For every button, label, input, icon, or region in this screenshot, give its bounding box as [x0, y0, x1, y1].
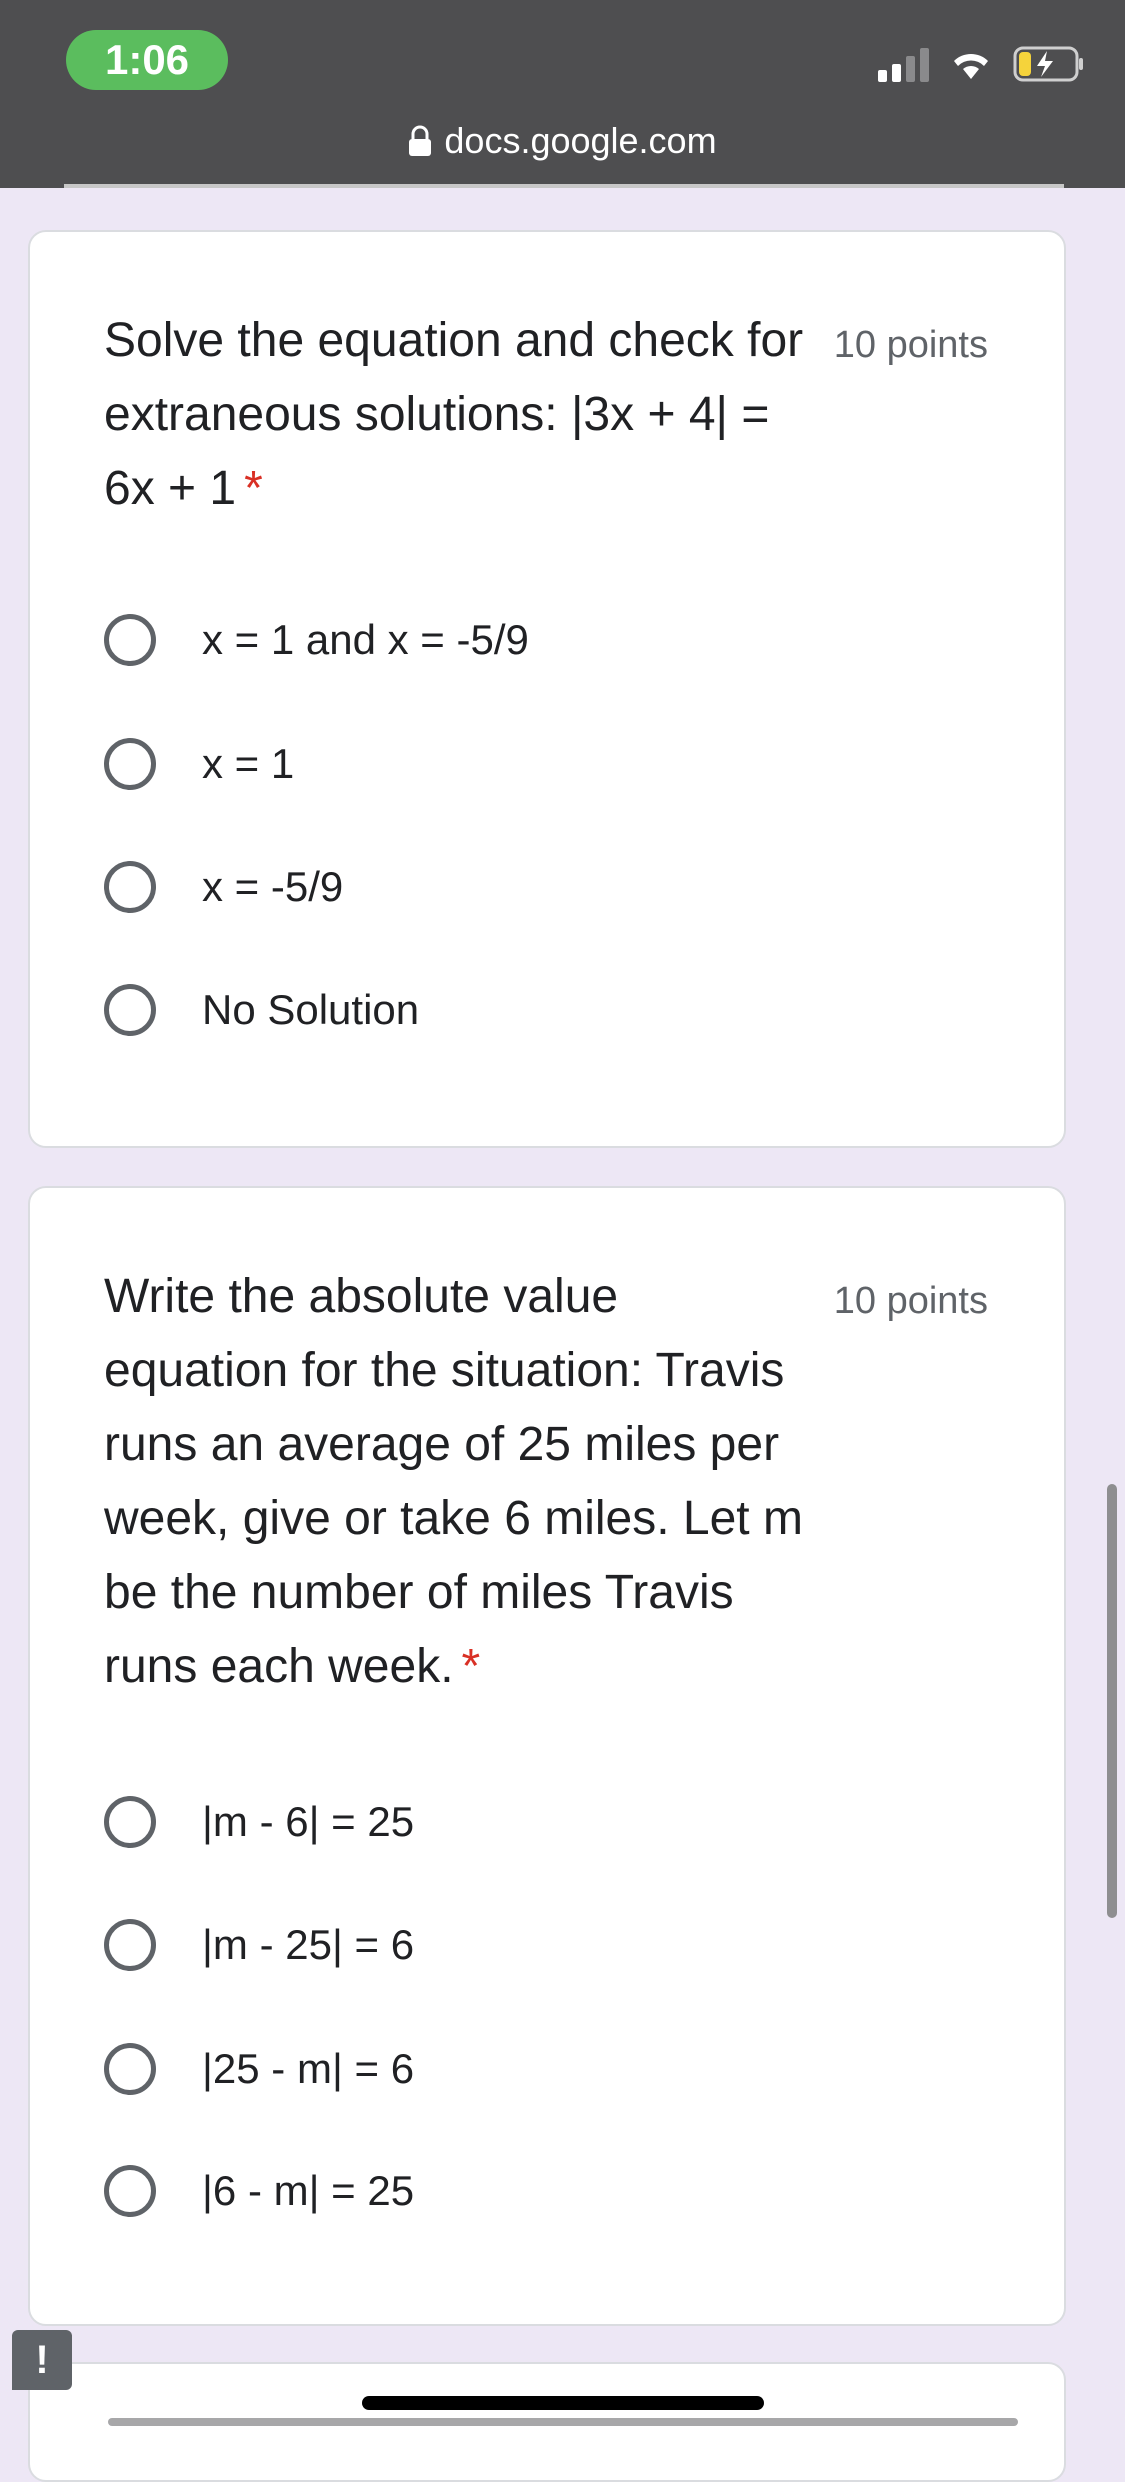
- previous-card-edge: [64, 184, 1064, 188]
- home-indicator[interactable]: [362, 2396, 764, 2410]
- option-3[interactable]: |25 - m| = 6: [104, 2037, 414, 2101]
- radio-unchecked-icon[interactable]: [104, 614, 156, 666]
- lock-icon: [409, 125, 432, 156]
- option-2[interactable]: |m - 25| = 6: [104, 1913, 414, 1977]
- address-bar[interactable]: docs.google.com: [0, 116, 1125, 166]
- question-points: 10 points: [833, 1280, 988, 1322]
- url-text: docs.google.com: [444, 120, 717, 161]
- option-label: |25 - m| = 6: [202, 2045, 415, 2092]
- radio-unchecked-icon[interactable]: [104, 2165, 156, 2217]
- question-card-1: Solve the equation and check for extrane…: [28, 230, 1066, 1148]
- option-label: x = 1: [202, 740, 295, 787]
- question-card-2: Write the absolute value equation for th…: [28, 1186, 1066, 2326]
- wifi-icon: [954, 53, 988, 79]
- feedback-icon[interactable]: !: [12, 2330, 72, 2390]
- option-3[interactable]: x = -5/9: [104, 855, 343, 919]
- question-title: Write the absolute value equation for th…: [104, 1270, 803, 1693]
- question-points: 10 points: [833, 324, 988, 366]
- option-1[interactable]: x = 1 and x = -5/9: [104, 608, 529, 672]
- battery-charging-icon: [1013, 46, 1083, 82]
- radio-unchecked-icon[interactable]: [104, 1919, 156, 1971]
- option-4[interactable]: No Solution: [104, 978, 419, 1042]
- option-label: |m - 6| = 25: [202, 1798, 415, 1845]
- option-1[interactable]: |m - 6| = 25: [104, 1790, 414, 1854]
- browser-bottom-bar: [108, 2418, 1018, 2426]
- radio-unchecked-icon[interactable]: [104, 738, 156, 790]
- option-label: |6 - m| = 25: [202, 2167, 415, 2214]
- browser-status-bar: 1:06 docs.google.com: [0, 0, 1125, 188]
- option-label: x = 1 and x = -5/9: [202, 616, 529, 663]
- option-label: x = -5/9: [202, 863, 344, 910]
- required-asterisk: *: [244, 462, 263, 515]
- required-asterisk: *: [461, 1640, 481, 1693]
- radio-unchecked-icon[interactable]: [104, 2043, 156, 2095]
- radio-unchecked-icon[interactable]: [104, 984, 156, 1036]
- option-4[interactable]: |6 - m| = 25: [104, 2159, 414, 2223]
- option-2[interactable]: x = 1: [104, 732, 294, 796]
- radio-unchecked-icon[interactable]: [104, 861, 156, 913]
- option-label: No Solution: [202, 986, 420, 1033]
- status-icons: [878, 46, 1085, 82]
- scrollbar[interactable]: [1107, 1484, 1117, 1918]
- signal-icon: [878, 46, 929, 82]
- option-label: |m - 25| = 6: [202, 1921, 415, 1968]
- question-title: Solve the equation and check for extrane…: [104, 314, 804, 515]
- radio-unchecked-icon[interactable]: [104, 1796, 156, 1848]
- status-time: 1:06: [66, 30, 228, 90]
